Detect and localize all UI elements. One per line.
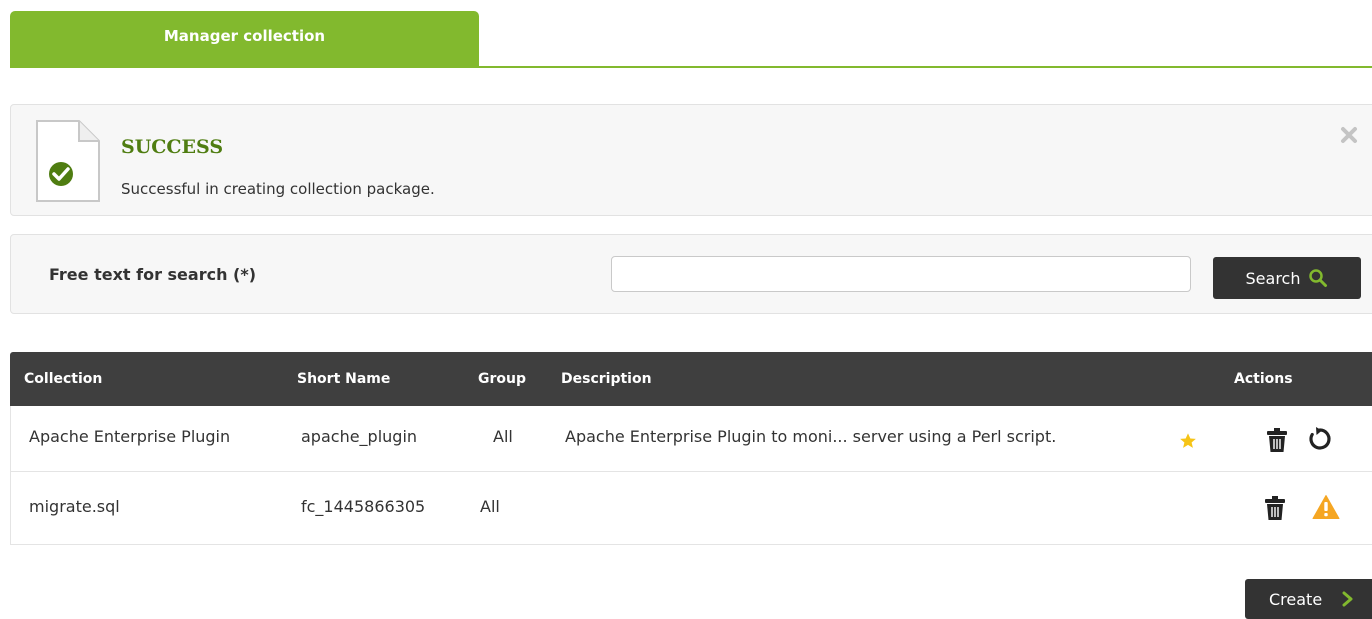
header-collection: Collection — [24, 371, 103, 387]
warning-icon[interactable] — [1312, 494, 1340, 520]
cell-collection: Apache Enterprise Plugin — [29, 427, 231, 446]
success-alert: SUCCESS Successful in creating collectio… — [10, 104, 1372, 216]
close-icon[interactable] — [1339, 125, 1359, 145]
search-icon — [1309, 269, 1328, 287]
tab-label: Manager collection — [163, 27, 326, 45]
cell-group: All — [480, 497, 500, 516]
search-panel: Free text for search (*) Search — [10, 234, 1372, 314]
success-document-icon — [36, 120, 100, 202]
search-input[interactable] — [611, 256, 1191, 292]
create-button[interactable]: Create — [1245, 579, 1372, 619]
alert-message: Successful in creating collection packag… — [121, 180, 435, 198]
refresh-icon[interactable] — [1307, 426, 1333, 452]
header-description: Description — [561, 371, 652, 387]
table-header: Collection Short Name Group Description … — [10, 352, 1372, 406]
cell-short-name: apache_plugin — [301, 427, 418, 446]
search-button[interactable]: Search — [1213, 257, 1361, 299]
trash-icon[interactable] — [1266, 427, 1288, 453]
collections-table: Collection Short Name Group Description … — [10, 352, 1372, 545]
search-button-label: Search — [1245, 268, 1301, 288]
table-row: Apache Enterprise Plugin apache_plugin A… — [10, 406, 1372, 472]
chevron-right-icon — [1342, 591, 1353, 607]
table-row: migrate.sql fc_1445866305 All — [10, 472, 1372, 545]
cell-short-name: fc_1445866305 — [301, 497, 426, 516]
trash-icon[interactable] — [1264, 495, 1286, 521]
header-actions: Actions — [1234, 371, 1293, 387]
tab-manager-collection[interactable]: Manager collection — [10, 11, 479, 67]
star-icon — [1180, 433, 1196, 448]
tab-bar: Manager collection — [10, 0, 1372, 68]
search-label: Free text for search (*) — [49, 265, 257, 284]
cell-collection: migrate.sql — [29, 497, 120, 516]
alert-title: SUCCESS — [121, 136, 224, 158]
cell-group: All — [493, 427, 513, 446]
create-button-label: Create — [1269, 589, 1323, 609]
cell-description: Apache Enterprise Plugin to moni... serv… — [565, 427, 1057, 446]
header-group: Group — [478, 371, 527, 387]
header-short-name: Short Name — [297, 371, 391, 387]
